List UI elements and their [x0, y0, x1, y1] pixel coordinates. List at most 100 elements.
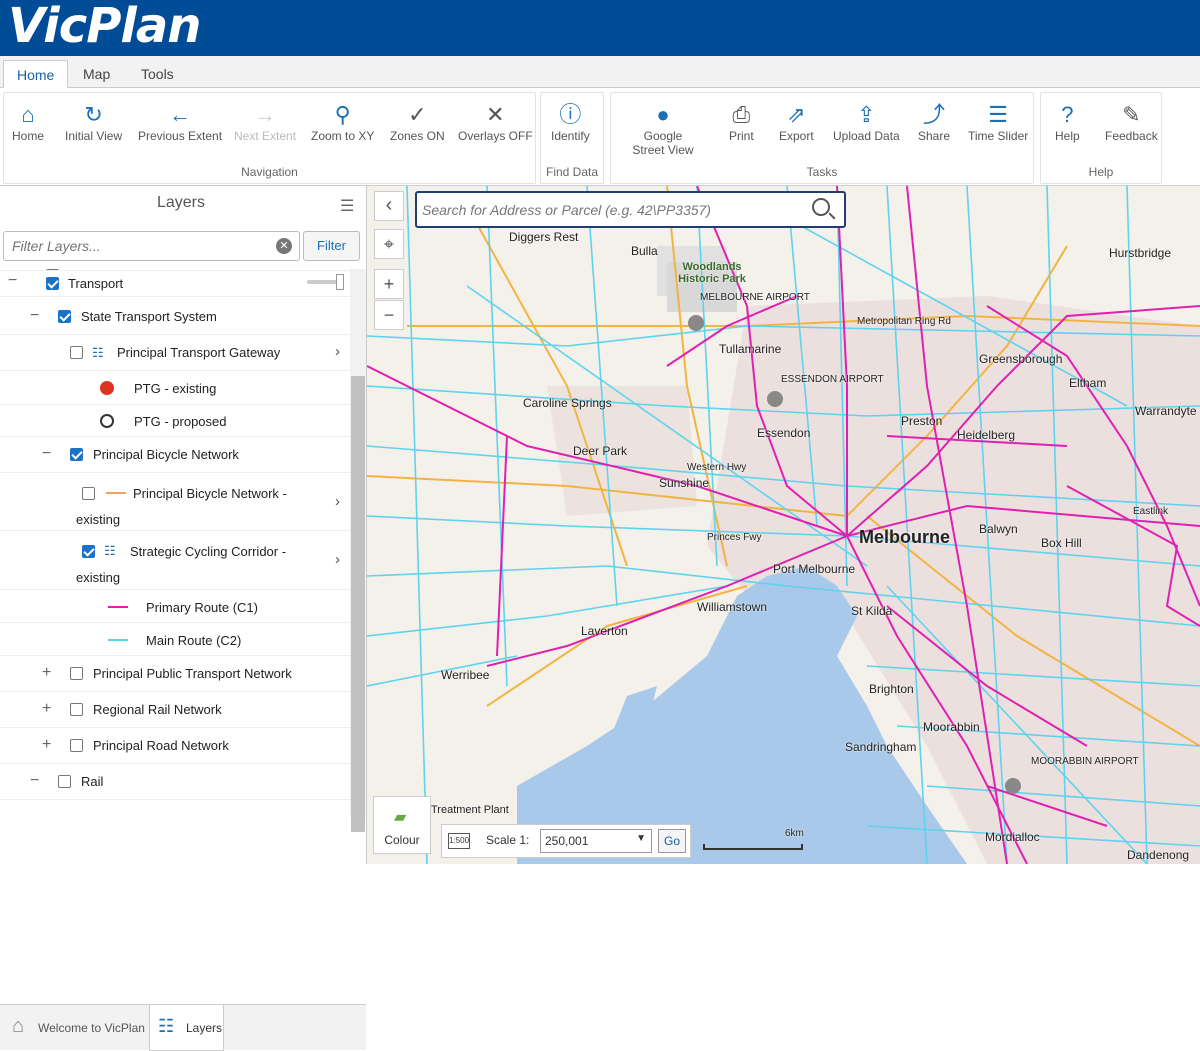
layer-principal-bicycle-network-existing[interactable]: Principal Bicycle Network - existing › — [0, 473, 350, 531]
place-label: Port Melbourne — [773, 562, 856, 576]
layer-state-transport-system[interactable]: − State Transport System — [0, 299, 350, 335]
colour-button[interactable]: ▰ Colour — [373, 796, 431, 854]
layers-panel-title: Layers — [156, 194, 206, 211]
overlays-off-button[interactable]: ✕ Overlays OFF — [458, 101, 533, 143]
place-label: Caroline Springs — [523, 396, 612, 410]
chevron-right-icon[interactable]: › — [335, 551, 340, 568]
chevron-down-icon: ▼ — [636, 833, 646, 844]
locate-icon[interactable]: ⌖ — [374, 229, 404, 259]
filter-button[interactable]: Filter — [303, 231, 360, 261]
place-label: Woodlands Historic Park — [678, 261, 746, 285]
scale-icon: 1:500 — [448, 833, 470, 849]
collapse-icon[interactable]: − — [30, 772, 39, 790]
tab-map[interactable]: Map — [70, 60, 123, 88]
checkbox[interactable] — [70, 667, 83, 680]
layers-list-icon: ☷ — [158, 1016, 175, 1036]
collapse-panel-button[interactable]: ‹ — [374, 191, 404, 221]
upload-data-button[interactable]: ⇪ Upload Data — [833, 101, 900, 143]
layer-principal-road-network[interactable]: + Principal Road Network — [0, 728, 350, 764]
place-label: Warrandyte — [1135, 404, 1197, 418]
checkbox[interactable] — [70, 448, 83, 461]
expand-icon[interactable]: + — [42, 736, 51, 754]
collapse-icon[interactable]: − — [8, 272, 17, 290]
feedback-icon: ✎ — [1122, 102, 1141, 127]
next-extent-button[interactable]: → Next Extent — [234, 101, 296, 143]
identify-button[interactable]: ⓘ Identify — [551, 101, 590, 143]
checkbox[interactable] — [70, 739, 83, 752]
place-label: ESSENDON AIRPORT — [781, 374, 884, 385]
checkbox[interactable] — [46, 277, 59, 290]
home-button[interactable]: ⌂ Home — [12, 101, 44, 143]
ptg-proposed-icon — [100, 414, 114, 428]
place-label: Werribee — [441, 668, 490, 682]
scrollbar-thumb[interactable] — [351, 376, 365, 832]
collapse-icon[interactable]: − — [42, 445, 51, 463]
legend-main-route: Main Route (C2) — [0, 623, 350, 656]
search-icon[interactable] — [812, 198, 830, 216]
place-label: Deer Park — [573, 444, 628, 458]
tab-tools[interactable]: Tools — [128, 60, 187, 88]
tab-home[interactable]: Home — [3, 60, 69, 88]
previous-extent-button[interactable]: ← Previous Extent — [138, 101, 222, 143]
layer-principal-transport-gateway[interactable]: ☷ Principal Transport Gateway › — [0, 335, 350, 371]
help-button[interactable]: ? Help — [1055, 101, 1080, 143]
place-label: MOORABBIN AIRPORT — [1031, 756, 1139, 767]
layer-regional-rail-network[interactable]: + Regional Rail Network — [0, 692, 350, 728]
cyan-line-icon — [108, 639, 128, 641]
layer-strategic-cycling-corridor[interactable]: ☷ Strategic Cycling Corridor - existing … — [0, 531, 350, 590]
share-button[interactable]: ⤴ Share — [918, 101, 950, 143]
slider-handle[interactable] — [336, 274, 344, 290]
expand-icon[interactable]: + — [42, 700, 51, 718]
clear-icon[interactable]: ✕ — [276, 238, 292, 254]
filter-layers-input[interactable] — [3, 231, 300, 261]
checkbox[interactable] — [82, 545, 95, 558]
back-arrow-icon: ← — [169, 102, 192, 127]
place-label: Eltham — [1069, 376, 1107, 390]
tab-layers[interactable]: ☷ Layers — [149, 1005, 224, 1051]
navigation-group-title: Navigation — [241, 165, 298, 179]
print-button[interactable]: ⎙ Print — [729, 101, 754, 143]
place-label: Tullamarine — [719, 342, 782, 356]
checkbox[interactable] — [70, 346, 83, 359]
collapse-icon[interactable]: − — [30, 307, 39, 325]
zoom-to-xy-button[interactable]: ⚲ Zoom to XY — [311, 101, 374, 143]
checkbox[interactable] — [58, 310, 71, 323]
place-label: Heidelberg — [957, 428, 1016, 442]
layer-transport[interactable]: − Transport — [0, 271, 350, 297]
place-label: Dandenong — [1127, 848, 1190, 862]
chevron-right-icon[interactable]: › — [335, 343, 340, 360]
chevron-right-icon[interactable]: › — [335, 493, 340, 510]
home-icon: ⌂ — [21, 102, 35, 127]
export-button[interactable]: ⇗ Export — [779, 101, 814, 143]
checkbox[interactable] — [58, 775, 71, 788]
checkbox[interactable] — [70, 703, 83, 716]
tasks-group: ● Google Street View ⎙ Print ⇗ Export ⇪ Uplo… — [610, 92, 1034, 184]
layer-rail[interactable]: − Rail — [0, 764, 350, 800]
zones-on-button[interactable]: ✓ Zones ON — [390, 101, 445, 143]
identify-icon: ⓘ — [559, 102, 582, 127]
checkbox[interactable] — [82, 487, 95, 500]
time-slider-button[interactable]: ☰ Time Slider — [968, 101, 1028, 143]
layer-principal-bicycle-network[interactable]: − Principal Bicycle Network — [0, 437, 350, 473]
google-street-view-button[interactable]: ● Google Street View — [627, 101, 699, 157]
place-label: Bulla — [631, 244, 658, 258]
tab-welcome[interactable]: ⌂ Welcome to VicPlan — [8, 1005, 148, 1051]
checkbox[interactable] — [46, 269, 59, 270]
zoom-in-button[interactable]: + — [374, 269, 404, 299]
go-button[interactable]: Go — [658, 829, 686, 853]
map-view[interactable]: Search for Address or Parcel (e.g. 42\PP… — [367, 186, 1200, 864]
printer-icon: ⎙ — [732, 102, 751, 127]
legend-list-icon: ☷ — [104, 543, 116, 558]
search-input[interactable]: Search for Address or Parcel (e.g. 42\PP… — [415, 191, 846, 228]
layer-principal-public-transport-network[interactable]: + Principal Public Transport Network — [0, 656, 350, 692]
slider-icon: ☰ — [988, 102, 1008, 127]
expand-icon[interactable]: + — [42, 664, 51, 682]
scale-bar — [703, 844, 803, 850]
scale-select[interactable]: 250,001 ▼ — [540, 829, 652, 853]
menu-icon[interactable]: ☰ — [340, 196, 354, 216]
initial-view-button[interactable]: ↻ Initial View — [65, 101, 122, 143]
zoom-out-button[interactable]: − — [374, 300, 404, 330]
ribbon: ⌂ Home ↻ Initial View ← Previous Extent → Ne… — [0, 88, 1200, 186]
feedback-button[interactable]: ✎ Feedback — [1105, 101, 1158, 143]
house-icon: ⌂ — [12, 1015, 25, 1037]
